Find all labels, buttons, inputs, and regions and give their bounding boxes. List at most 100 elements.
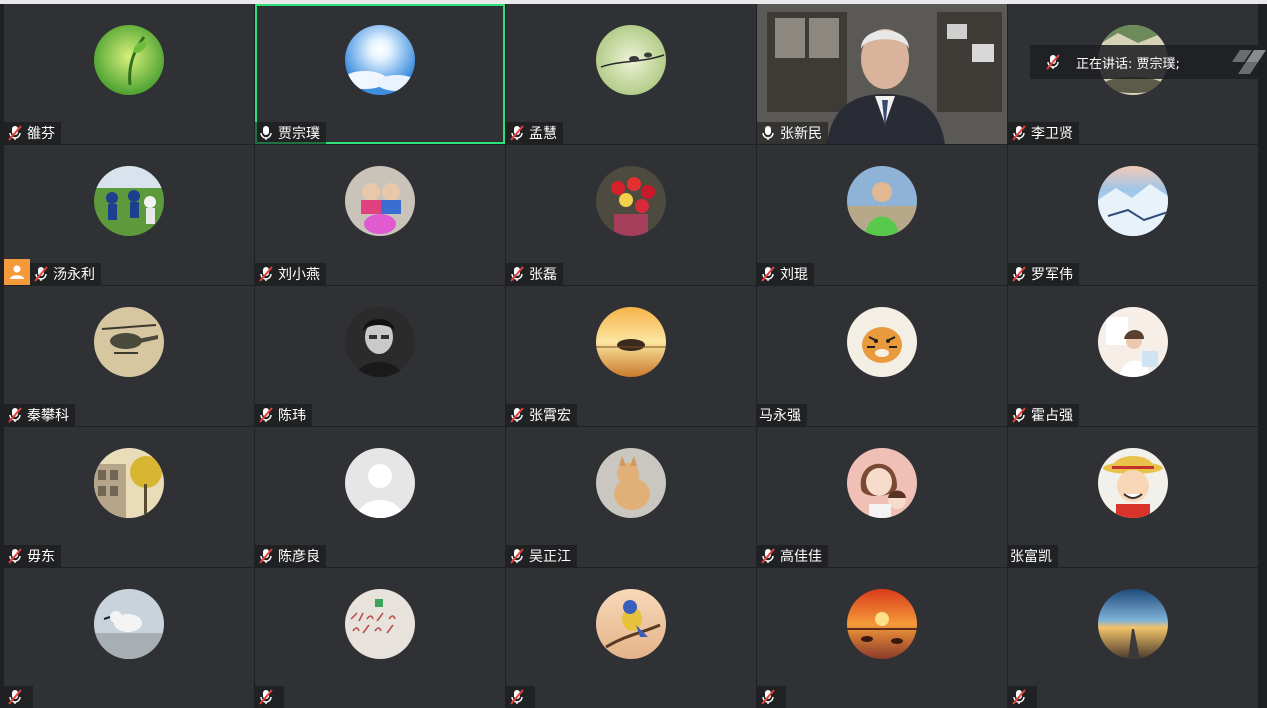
participant-tile[interactable]: 秦攀科 — [4, 286, 254, 426]
snow-mountain-avatar — [1098, 166, 1168, 236]
participant-tile[interactable]: 汤永利 — [4, 145, 254, 285]
participant-name: 秦攀科 — [27, 408, 69, 424]
red-sunset-avatar — [847, 589, 917, 659]
participant-name-label: 陈彦良 — [255, 545, 326, 567]
participant-name: 张新民 — [780, 126, 822, 142]
participant-name-label: 李卫贤 — [1008, 122, 1079, 144]
participant-name-label — [255, 686, 284, 708]
roses-bouquet-avatar — [596, 166, 666, 236]
participant-tile[interactable]: 陈玮 — [255, 286, 505, 426]
cartoon-mother-child-avatar — [847, 448, 917, 518]
participant-name: 罗军伟 — [1031, 267, 1073, 283]
muted-mic-icon — [510, 689, 524, 705]
participant-name: 雒芬 — [27, 126, 55, 142]
participant-name: 吴正江 — [529, 549, 571, 565]
participant-tile[interactable]: 孟慧 — [506, 4, 756, 144]
participant-tile[interactable]: 雒芬 — [4, 4, 254, 144]
mic-on-icon — [762, 126, 774, 140]
participant-name-label: 孟慧 — [506, 122, 563, 144]
participant-name-label: 张富凯 — [1008, 545, 1058, 567]
autumn-street-avatar — [94, 448, 164, 518]
blue-sky-sun-avatar — [345, 25, 415, 95]
participant-tile[interactable]: 马永强 — [757, 286, 1007, 426]
tiger-painting-avatar — [847, 307, 917, 377]
participant-tile[interactable]: 张霄宏 — [506, 286, 756, 426]
muted-mic-icon — [510, 266, 524, 282]
participant-name-label: 刘小燕 — [255, 263, 326, 285]
participant-name: 张霄宏 — [529, 408, 571, 424]
muted-mic-icon — [761, 689, 775, 705]
muted-mic-icon — [1046, 54, 1060, 70]
sunset-island-avatar — [596, 307, 666, 377]
muted-mic-icon — [1012, 407, 1026, 423]
muted-mic-icon — [510, 548, 524, 564]
participant-name: 汤永利 — [53, 267, 95, 283]
muted-mic-icon — [1012, 125, 1026, 141]
muted-mic-icon — [34, 266, 48, 282]
participant-name-label: 张霄宏 — [506, 404, 577, 426]
participant-name-label: 霍占强 — [1008, 404, 1079, 426]
muted-mic-icon — [761, 266, 775, 282]
participant-tile[interactable] — [757, 568, 1007, 708]
muted-mic-icon — [8, 689, 22, 705]
app-logo-icon — [1232, 46, 1267, 78]
participant-name-label: 秦攀科 — [4, 404, 75, 426]
handwritten-numbers-avatar — [345, 589, 415, 659]
participant-name-label: 毋东 — [4, 545, 61, 567]
participant-name: 孟慧 — [529, 126, 557, 142]
participant-tile[interactable]: 刘小燕 — [255, 145, 505, 285]
muted-mic-icon — [8, 407, 22, 423]
speaking-indicator-text: 正在讲话: 贾宗璞; — [1076, 56, 1180, 72]
muted-mic-icon — [8, 548, 22, 564]
muted-mic-icon — [259, 266, 273, 282]
participant-name: 陈玮 — [278, 408, 306, 424]
participant-name-label: 汤永利 — [30, 263, 101, 285]
participant-name: 高佳佳 — [780, 549, 822, 565]
muted-mic-icon — [259, 407, 273, 423]
muted-mic-icon — [1012, 689, 1026, 705]
participant-name: 贾宗璞 — [278, 126, 320, 142]
participant-tile-active-speaker[interactable]: 贾宗璞 — [255, 4, 505, 144]
participant-tile[interactable]: 高佳佳 — [757, 427, 1007, 567]
participant-name: 刘小燕 — [278, 267, 320, 283]
participant-tile[interactable] — [506, 568, 756, 708]
participant-name-label: 贾宗璞 — [255, 122, 326, 144]
participant-name-label: 高佳佳 — [757, 545, 828, 567]
host-person-icon — [4, 259, 30, 285]
participant-tile[interactable] — [255, 568, 505, 708]
speaking-indicator: 正在讲话: 贾宗璞; — [1030, 45, 1260, 79]
man-bw-portrait-avatar — [345, 307, 415, 377]
participant-name: 毋东 — [27, 549, 55, 565]
participant-name: 陈彦良 — [278, 549, 320, 565]
muted-mic-icon — [761, 548, 775, 564]
participant-name-label: 吴正江 — [506, 545, 577, 567]
muted-mic-icon — [510, 407, 524, 423]
participant-tile[interactable]: 罗军伟 — [1008, 145, 1258, 285]
muted-mic-icon — [259, 689, 273, 705]
participant-name-label: 马永强 — [757, 404, 807, 426]
soccer-players-avatar — [94, 166, 164, 236]
participant-name-label — [757, 686, 786, 708]
participant-tile-video[interactable]: 张新民 — [757, 4, 1007, 144]
participant-tile[interactable] — [4, 568, 254, 708]
participant-name-label — [4, 686, 33, 708]
muted-mic-icon — [1012, 266, 1026, 282]
participant-name-label: 张磊 — [506, 263, 563, 285]
participant-tile[interactable] — [1008, 568, 1258, 708]
participant-name-label: 张新民 — [757, 122, 828, 144]
participant-tile[interactable]: 张磊 — [506, 145, 756, 285]
participant-tile[interactable]: 毋东 — [4, 427, 254, 567]
participant-name: 马永强 — [759, 408, 801, 424]
participant-name-label: 刘琨 — [757, 263, 814, 285]
default-user-avatar — [345, 448, 415, 518]
girl-white-room-avatar — [1098, 307, 1168, 377]
participant-tile[interactable]: 霍占强 — [1008, 286, 1258, 426]
participant-tile[interactable]: 刘琨 — [757, 145, 1007, 285]
green-leaf-avatar — [94, 25, 164, 95]
participant-tile[interactable]: 张富凯 — [1008, 427, 1258, 567]
muted-mic-icon — [510, 125, 524, 141]
participant-tile[interactable]: 陈彦良 — [255, 427, 505, 567]
participant-tile[interactable]: 吴正江 — [506, 427, 756, 567]
seabird-avatar — [94, 589, 164, 659]
two-children-avatar — [345, 166, 415, 236]
